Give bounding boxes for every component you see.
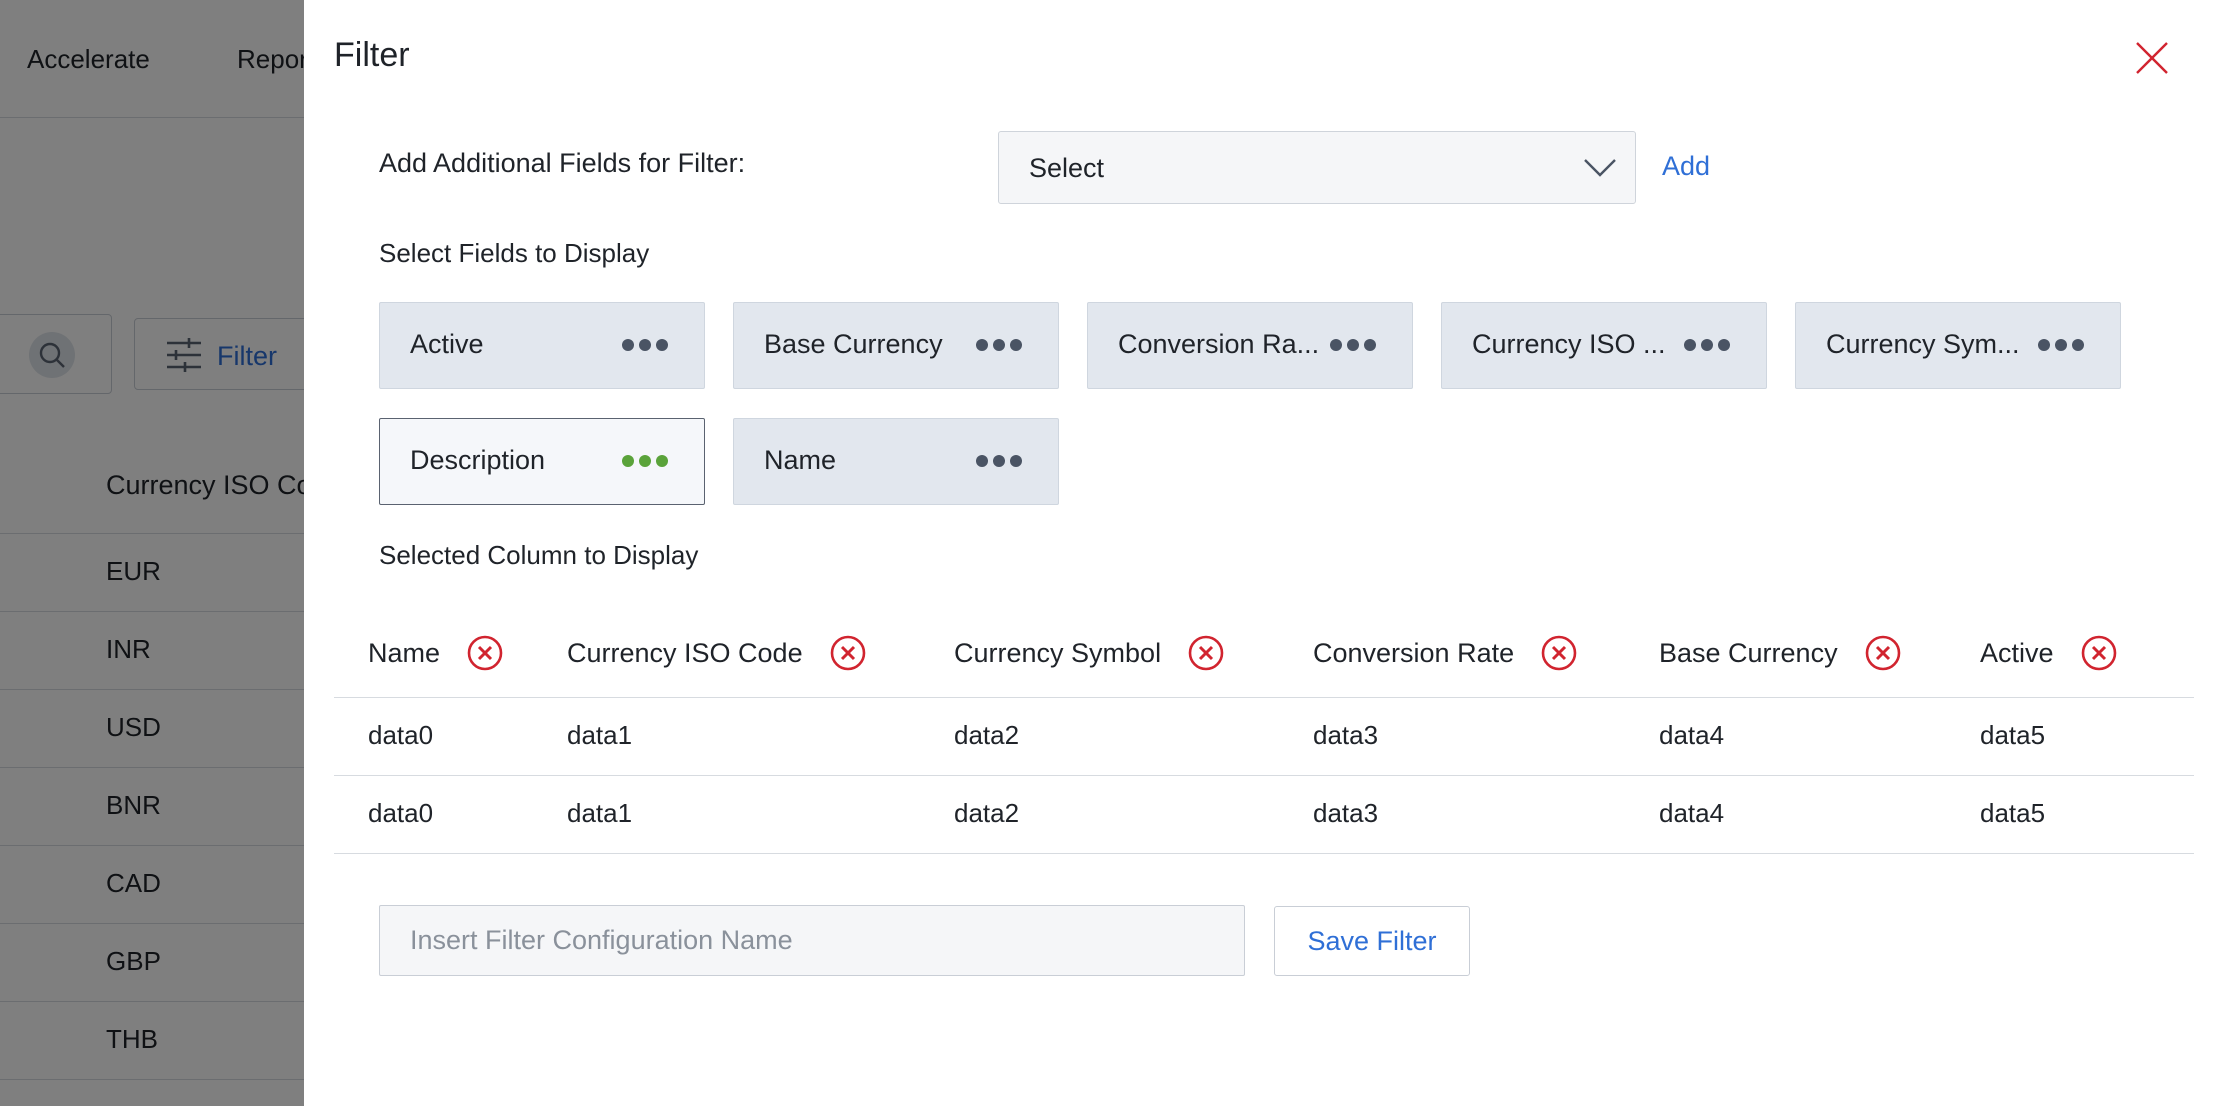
column-header-label: Active	[1980, 637, 2054, 668]
table-row: data0 data1 data2 data3 data4 data5	[334, 698, 2194, 776]
close-icon[interactable]	[2134, 40, 2170, 76]
table-cell: data3	[1313, 798, 1379, 828]
remove-circle-icon[interactable]	[1187, 634, 1225, 672]
table-cell: data5	[1980, 798, 2046, 828]
field-chip-label: Currency ISO ...	[1472, 329, 1666, 359]
field-chip-label: Currency Sym...	[1826, 329, 2020, 359]
add-fields-label: Add Additional Fields for Filter:	[379, 148, 746, 178]
more-dots-icon[interactable]	[1684, 339, 1730, 351]
select-value: Select	[1029, 153, 1105, 183]
remove-circle-icon[interactable]	[466, 634, 504, 672]
column-header-active: Active	[1980, 634, 2118, 672]
field-select-dropdown[interactable]: Select	[998, 131, 1636, 204]
remove-circle-icon[interactable]	[1540, 634, 1578, 672]
field-chip-name[interactable]: Name	[733, 418, 1059, 505]
column-header-base-currency: Base Currency	[1659, 634, 1902, 672]
fields-section-label: Select Fields to Display	[379, 238, 650, 268]
field-chip-currency-symbol[interactable]: Currency Sym...	[1795, 302, 2121, 389]
table-cell: data3	[1313, 720, 1379, 750]
more-dots-icon[interactable]	[976, 339, 1022, 351]
field-chip-description[interactable]: Description	[379, 418, 705, 505]
remove-circle-icon[interactable]	[1864, 634, 1902, 672]
filter-config-name-input[interactable]	[379, 905, 1245, 976]
remove-circle-icon[interactable]	[2080, 634, 2118, 672]
add-field-link[interactable]: Add	[1662, 151, 1710, 182]
filter-drawer: Filter Add Additional Fields for Filter:…	[304, 0, 2224, 1106]
column-header-label: Conversion Rate	[1313, 637, 1515, 668]
field-chip-active[interactable]: Active	[379, 302, 705, 389]
column-header-conversion-rate: Conversion Rate	[1313, 634, 1578, 672]
column-header-currency-symbol: Currency Symbol	[954, 634, 1225, 672]
more-dots-icon[interactable]	[622, 339, 668, 351]
save-filter-button[interactable]: Save Filter	[1274, 906, 1470, 976]
field-chip-conversion-rate[interactable]: Conversion Ra...	[1087, 302, 1413, 389]
column-header-label: Base Currency	[1659, 637, 1838, 668]
field-chip-label: Name	[764, 445, 837, 475]
table-header-row: Name Currency ISO Code Currency Symbol C…	[334, 610, 2194, 698]
field-chip-label: Description	[410, 445, 546, 475]
field-chip-currency-iso[interactable]: Currency ISO ...	[1441, 302, 1767, 389]
table-cell: data1	[567, 720, 633, 750]
chevron-down-icon	[1584, 159, 1616, 177]
selected-columns-label: Selected Column to Display	[379, 540, 699, 570]
table-cell: data5	[1980, 720, 2046, 750]
table-cell: data4	[1659, 798, 1725, 828]
column-header-name: Name	[368, 634, 504, 672]
remove-circle-icon[interactable]	[829, 634, 867, 672]
table-row: data0 data1 data2 data3 data4 data5	[334, 776, 2194, 854]
more-dots-icon[interactable]	[976, 455, 1022, 467]
more-dots-icon[interactable]	[2038, 339, 2084, 351]
field-chip-label: Base Currency	[764, 329, 943, 359]
table-cell: data2	[954, 798, 1020, 828]
table-cell: data2	[954, 720, 1020, 750]
field-chip-base-currency[interactable]: Base Currency	[733, 302, 1059, 389]
more-dots-icon[interactable]	[622, 455, 668, 467]
table-cell: data4	[1659, 720, 1725, 750]
more-dots-icon[interactable]	[1330, 339, 1376, 351]
field-chip-label: Conversion Ra...	[1118, 329, 1320, 359]
column-header-label: Currency ISO Code	[567, 637, 803, 668]
column-header-currency-iso-code: Currency ISO Code	[567, 634, 867, 672]
table-cell: data0	[368, 720, 434, 750]
table-cell: data0	[368, 798, 434, 828]
field-chip-label: Active	[410, 329, 484, 359]
table-cell: data1	[567, 798, 633, 828]
column-header-label: Currency Symbol	[954, 637, 1162, 668]
selected-columns-table: Name Currency ISO Code Currency Symbol C…	[334, 610, 2194, 854]
column-header-label: Name	[368, 637, 441, 668]
drawer-title: Filter	[334, 36, 410, 74]
